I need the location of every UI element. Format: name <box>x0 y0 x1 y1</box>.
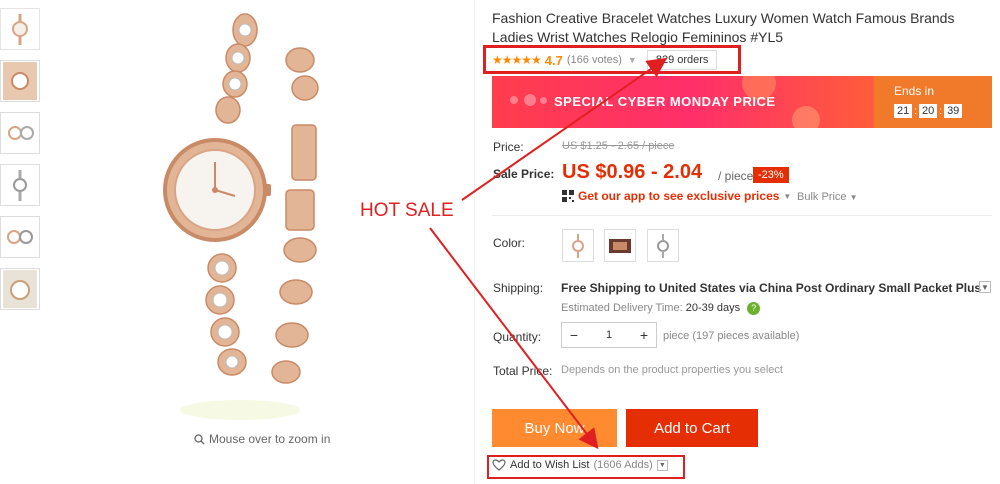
column-divider <box>474 0 475 484</box>
help-icon[interactable]: ? <box>747 302 761 315</box>
bulk-price-dropdown[interactable]: Bulk Price ▼ <box>797 191 858 203</box>
cyber-monday-banner: SPECIAL CYBER MONDAY PRICE Ends in 21: 2… <box>492 76 992 128</box>
thumbnail-2[interactable] <box>0 60 40 102</box>
color-swatch-rose-gold[interactable] <box>562 229 594 262</box>
ends-in-label: Ends in <box>894 84 935 98</box>
buy-now-button[interactable]: Buy Now <box>492 409 617 447</box>
color-swatch-silver[interactable] <box>647 229 679 262</box>
per-piece-unit: / piece <box>718 169 754 183</box>
qr-code-icon <box>562 190 574 202</box>
bulk-price-label: Bulk Price <box>797 191 847 203</box>
add-to-cart-button[interactable]: Add to Cart <box>626 409 758 447</box>
chevron-down-icon: ▼ <box>783 191 792 201</box>
sale-price: US $0.96 - 2.04 <box>562 161 703 183</box>
banner-bubble <box>510 96 518 104</box>
quantity-stepper: − 1 + <box>561 322 657 348</box>
color-label: Color: <box>493 236 526 250</box>
timer-seconds: 39 <box>944 104 963 118</box>
delivery-label: Estimated Delivery Time: <box>561 302 683 314</box>
timer-minutes: 20 <box>919 104 938 118</box>
thumbnail-strip <box>0 8 42 320</box>
quantity-label: Quantity: <box>493 330 542 344</box>
section-divider <box>492 215 992 216</box>
decrease-button[interactable]: − <box>562 327 586 343</box>
chevron-down-icon: ▼ <box>849 193 858 202</box>
original-price: US $1.25 - 2.65 / piece <box>562 140 675 152</box>
app-promo-text: Get our app to see exclusive prices <box>578 189 780 203</box>
zoom-hint-text: Mouse over to zoom in <box>209 432 331 446</box>
app-promo-link[interactable]: Get our app to see exclusive prices ▼ <box>562 189 791 203</box>
thumbnail-6[interactable] <box>0 268 40 310</box>
total-price-value: Depends on the product properties you se… <box>561 364 783 376</box>
banner-title: SPECIAL CYBER MONDAY PRICE <box>554 94 776 109</box>
product-title: Fashion Creative Bracelet Watches Luxury… <box>492 10 955 45</box>
thumbnail-3[interactable] <box>0 112 40 154</box>
sale-price-label: Sale Price: <box>493 167 555 181</box>
delivery-time: Estimated Delivery Time: 20-39 days ? <box>561 302 761 315</box>
discount-badge: -23% <box>753 167 789 183</box>
countdown-panel: Ends in 21: 20: 39 <box>874 76 992 128</box>
banner-bubble <box>540 97 547 104</box>
price-label: Price: <box>493 140 524 154</box>
banner-bubble <box>792 106 820 128</box>
hot-sale-annotation: HOT SALE <box>360 200 454 221</box>
highlight-box-wishlist <box>487 455 685 479</box>
banner-bubble <box>524 94 536 106</box>
thumbnail-1[interactable] <box>0 8 40 50</box>
delivery-value: 20-39 days <box>685 302 741 314</box>
increase-button[interactable]: + <box>632 327 656 343</box>
total-price-label: Total Price: <box>493 364 553 378</box>
chevron-down-icon[interactable]: ▼ <box>979 281 991 293</box>
countdown-timer: 21: 20: 39 <box>894 104 963 118</box>
shipping-label: Shipping: <box>493 281 544 295</box>
timer-hours: 21 <box>894 104 913 118</box>
quantity-available: piece (197 pieces available) <box>663 330 800 342</box>
zoom-hint: Mouse over to zoom in <box>194 432 330 446</box>
magnifier-icon <box>194 433 205 444</box>
highlight-box-rating <box>483 45 741 74</box>
shipping-method[interactable]: Free Shipping to United States via China… <box>561 281 981 295</box>
quantity-input[interactable]: 1 <box>586 329 632 341</box>
color-swatch-box[interactable] <box>604 229 636 262</box>
thumbnail-4[interactable] <box>0 164 40 206</box>
thumbnail-5[interactable] <box>0 216 40 258</box>
